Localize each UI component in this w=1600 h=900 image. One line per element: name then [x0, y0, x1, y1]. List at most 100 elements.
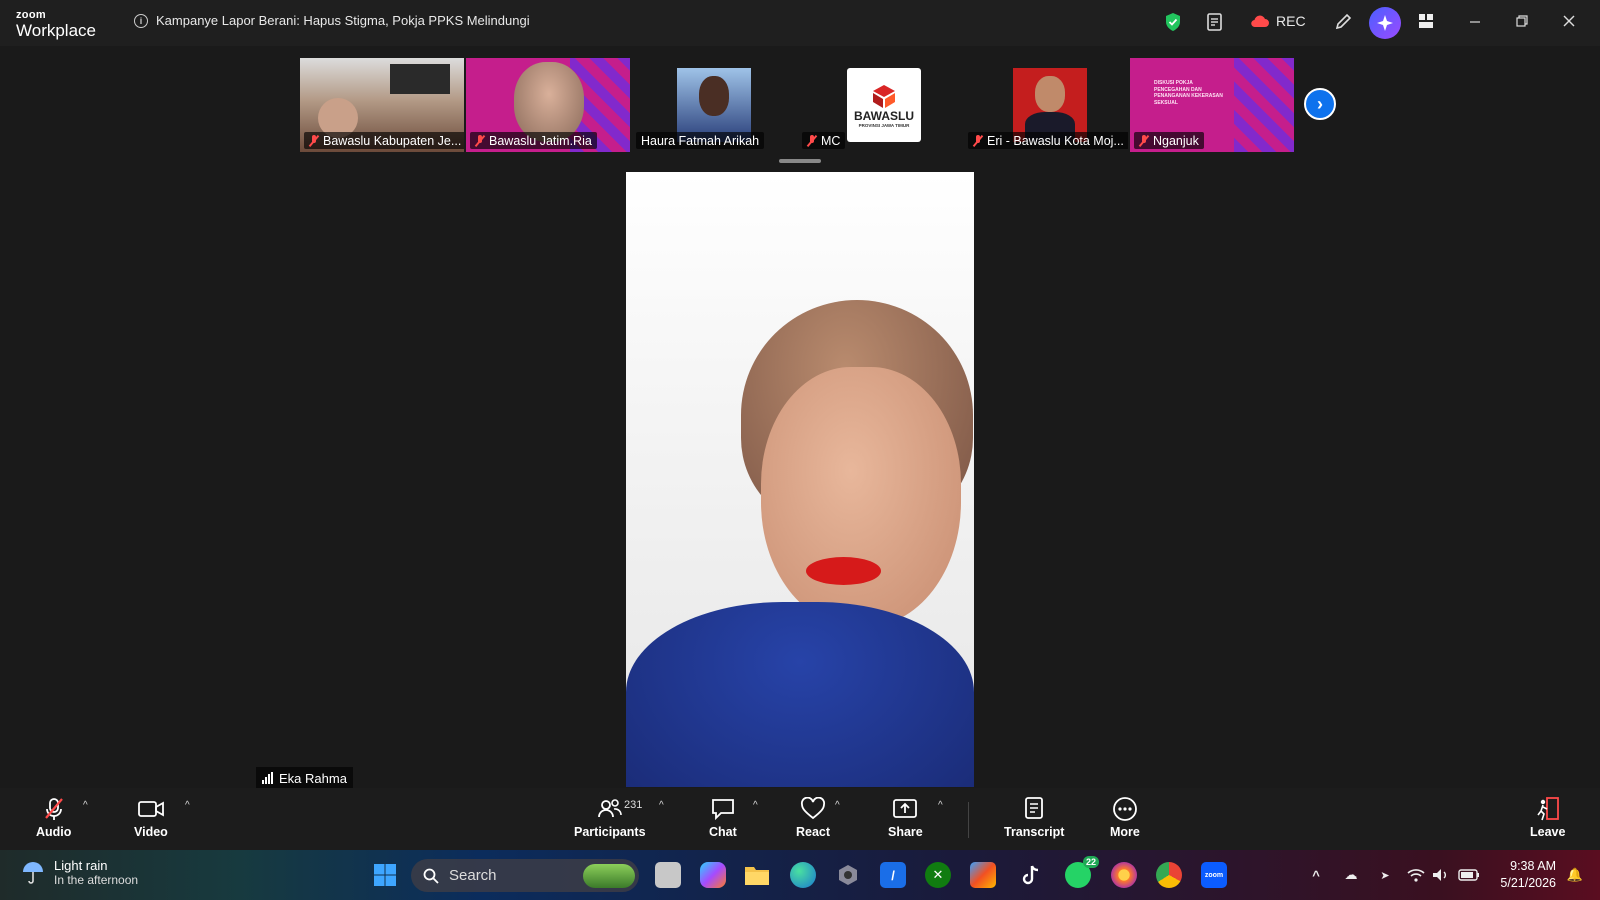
info-icon[interactable]: i	[134, 13, 148, 28]
mic-muted-icon	[41, 796, 67, 822]
strip-resize-handle[interactable]	[779, 159, 821, 163]
whatsapp-icon[interactable]: 22	[1065, 856, 1099, 888]
video-options-caret-icon[interactable]: ^	[185, 800, 190, 811]
participant-label: Eri - Bawaslu Kota Moj...	[968, 132, 1128, 149]
avatar	[1013, 68, 1087, 142]
tiktok-icon[interactable]	[1018, 862, 1044, 888]
poster-pattern	[1234, 58, 1294, 152]
mic-muted-icon	[475, 134, 485, 147]
participant-label: Bawaslu Jatim.Ria	[470, 132, 597, 149]
zoom-app-icon[interactable]: zoom	[1201, 862, 1227, 888]
ai-companion-icon[interactable]	[1369, 7, 1401, 39]
windows-start-icon[interactable]	[372, 862, 398, 888]
title-bar: zoom Workplace i Kampanye Lapor Berani: …	[0, 0, 1600, 46]
cloud-record-icon	[1251, 15, 1269, 28]
poster-text: DISKUSI POKJA PENCEGAHAN DAN PENANGANAN …	[1154, 80, 1223, 106]
participant-thumbnail[interactable]: DISKUSI POKJA PENCEGAHAN DAN PENANGANAN …	[1130, 58, 1294, 152]
person-shape	[1035, 76, 1065, 112]
react-label: React	[796, 825, 831, 839]
video-label: Video	[134, 825, 168, 839]
bawaslu-logo: BAWASLU PROVINSI JAWA TIMUR	[847, 68, 921, 142]
audio-options-caret-icon[interactable]: ^	[83, 800, 88, 811]
onedrive-cloud-icon[interactable]: ☁	[1338, 862, 1364, 888]
participant-name: Bawaslu Kabupaten Je...	[323, 133, 462, 148]
react-options-caret-icon[interactable]: ^	[835, 800, 840, 811]
chat-label: Chat	[709, 825, 737, 839]
apps-icon[interactable]	[1417, 12, 1435, 30]
chat-button[interactable]: Chat	[709, 796, 737, 839]
audio-button[interactable]: Audio	[36, 796, 71, 839]
search-highlight-image	[583, 863, 635, 888]
transcript-button[interactable]: Transcript	[1004, 796, 1064, 839]
participant-name: MC	[821, 133, 841, 148]
chrome-icon[interactable]	[1156, 862, 1182, 888]
chat-options-caret-icon[interactable]: ^	[753, 800, 758, 811]
microsoft-store-icon[interactable]	[970, 862, 996, 888]
annotate-pencil-icon[interactable]	[1333, 12, 1353, 32]
participant-thumbnail[interactable]: Bawaslu Kabupaten Je...	[300, 58, 464, 152]
close-icon[interactable]	[1562, 14, 1576, 28]
bawaslu-emblem-icon	[873, 84, 895, 108]
video-camera-icon	[137, 796, 165, 822]
shield-icon[interactable]	[1164, 12, 1182, 32]
participants-options-caret-icon[interactable]: ^	[659, 800, 664, 811]
meeting-control-bar: Audio ^ Video ^ Participants 231 ^ Chat …	[0, 788, 1600, 850]
taskbar-search[interactable]: Search	[411, 859, 639, 892]
leave-label: Leave	[1530, 825, 1566, 839]
chevron-right-icon: ›	[1317, 93, 1323, 114]
volume-icon[interactable]	[1428, 862, 1454, 888]
mic-muted-icon	[973, 134, 983, 147]
monitor-shape	[390, 64, 450, 94]
xbox-icon[interactable]: ✕	[925, 862, 951, 888]
mic-muted-icon	[807, 134, 817, 147]
heart-icon	[800, 796, 826, 822]
file-explorer-icon[interactable]	[744, 862, 770, 888]
next-page-button[interactable]: ›	[1304, 88, 1336, 120]
share-label: Share	[888, 825, 923, 839]
show-hidden-icons-chevron-icon[interactable]: ^	[1303, 862, 1329, 888]
more-options-icon	[1112, 796, 1138, 822]
speaker-name-label: Eka Rahma	[256, 767, 353, 789]
share-button[interactable]: Share	[888, 796, 923, 839]
logo-text: BAWASLU	[854, 108, 914, 123]
participant-thumbnail[interactable]: BAWASLU PROVINSI JAWA TIMUR MC	[798, 58, 962, 152]
edge-browser-icon[interactable]	[790, 862, 816, 888]
location-icon[interactable]: ➤	[1372, 862, 1398, 888]
share-options-caret-icon[interactable]: ^	[938, 800, 943, 811]
restore-icon[interactable]	[1515, 14, 1529, 28]
notes-icon[interactable]	[1205, 12, 1225, 32]
more-button[interactable]: More	[1110, 796, 1140, 839]
participant-label: Haura Fatmah Arikah	[636, 132, 765, 149]
speaker-lips-shape	[806, 557, 881, 585]
recording-indicator[interactable]: REC	[1250, 13, 1306, 29]
search-icon	[423, 868, 439, 884]
meeting-title[interactable]: i Kampanye Lapor Berani: Hapus Stigma, P…	[134, 13, 530, 28]
pen-app-icon[interactable]: /	[880, 862, 906, 888]
minimize-icon[interactable]	[1468, 14, 1482, 28]
settings-app-icon[interactable]	[835, 862, 861, 888]
meeting-title-text: Kampanye Lapor Berani: Hapus Stigma, Pok…	[156, 13, 530, 28]
audio-label: Audio	[36, 825, 72, 839]
copilot-icon[interactable]	[700, 862, 726, 888]
weather-widget[interactable]: Light rain In the afternoon	[20, 858, 138, 887]
task-view-icon[interactable]	[655, 862, 681, 888]
battery-icon[interactable]	[1456, 862, 1482, 888]
participant-thumbnail[interactable]: Bawaslu Jatim.Ria	[466, 58, 630, 152]
leave-button[interactable]: Leave	[1530, 796, 1565, 839]
system-clock[interactable]: 9:38 AM 5/21/2026	[1490, 858, 1556, 892]
participant-thumbnail[interactable]: Eri - Bawaslu Kota Moj...	[964, 58, 1128, 152]
wifi-icon[interactable]	[1403, 862, 1429, 888]
participant-label: Nganjuk	[1134, 132, 1204, 149]
browser-app-icon[interactable]	[1111, 862, 1137, 888]
active-speaker-video[interactable]	[626, 172, 974, 787]
transcript-icon	[1022, 796, 1046, 822]
participants-count: 231	[624, 799, 643, 811]
participant-thumbnail[interactable]: Haura Fatmah Arikah	[632, 58, 796, 152]
chat-bubble-icon	[710, 796, 736, 822]
zoom-logo: zoom Workplace	[16, 10, 96, 40]
react-button[interactable]: React	[796, 796, 830, 839]
person-shape	[514, 62, 584, 142]
weather-title: Light rain	[54, 858, 108, 873]
notification-bell-icon[interactable]: 🔔	[1562, 862, 1588, 888]
video-button[interactable]: Video	[134, 796, 168, 839]
